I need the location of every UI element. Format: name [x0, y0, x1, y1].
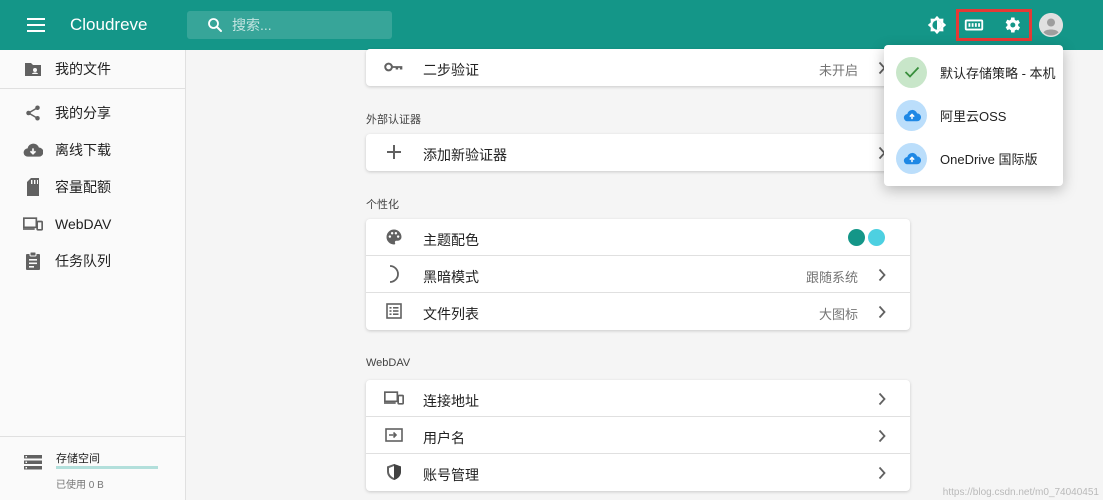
storage-summary: 存储空间 已使用 0 B	[0, 438, 185, 500]
check-icon	[904, 66, 919, 78]
sidebar-item-label: 容量配额	[55, 178, 111, 195]
row-value: 大图标	[818, 307, 858, 322]
row-label: 连接地址	[423, 393, 479, 409]
share-icon	[26, 105, 40, 120]
list-icon	[386, 303, 402, 319]
chevron-right-icon	[878, 429, 886, 443]
personalization-card: 主题配色 黑暗模式 跟随系统 文件列表 大图标	[366, 219, 910, 330]
search-input[interactable]	[232, 17, 382, 33]
folder-icon	[25, 62, 41, 76]
webdav-username-row[interactable]: 用户名	[366, 417, 910, 454]
dark-mode-row[interactable]: 黑暗模式 跟随系统	[366, 256, 910, 293]
row-label: 主题配色	[423, 232, 479, 248]
sidebar-item-label: 我的分享	[55, 104, 111, 121]
sidebar-item-webdav[interactable]: WebDAV	[0, 205, 185, 242]
input-icon	[385, 428, 403, 442]
storage-icon	[24, 455, 42, 470]
storage-policy-option-aliyun[interactable]: 阿里云OSS	[884, 94, 1063, 136]
section-title-personalization: 个性化	[366, 199, 399, 211]
row-label: 黑暗模式	[423, 269, 479, 285]
sd-card-icon	[27, 177, 39, 196]
row-label: 二步验证	[423, 62, 479, 78]
chevron-right-icon	[878, 305, 886, 319]
authenticators-card: 添加新验证器	[366, 134, 910, 171]
storage-progress-bar	[56, 466, 158, 469]
sidebar-item-my-shares[interactable]: 我的分享	[0, 94, 185, 131]
cloud-upload-icon	[903, 109, 921, 121]
storage-title: 存储空间	[56, 453, 100, 465]
webdav-card: 连接地址 用户名 账号管理	[366, 380, 910, 491]
row-label: 账号管理	[423, 467, 479, 483]
brightness-button[interactable]	[925, 13, 949, 37]
row-label: 用户名	[423, 430, 465, 446]
chevron-right-icon	[878, 392, 886, 406]
webdav-address-row[interactable]: 连接地址	[366, 380, 910, 417]
app-bar: Cloudreve	[0, 0, 1103, 50]
two-factor-row[interactable]: 二步验证 未开启	[366, 49, 910, 86]
add-authenticator-row[interactable]: 添加新验证器	[366, 134, 910, 171]
divider	[0, 88, 185, 89]
divider	[0, 436, 185, 437]
menu-button[interactable]	[20, 13, 52, 37]
avatar[interactable]	[1039, 13, 1063, 37]
clipboard-icon	[26, 251, 40, 270]
storage-policy-option-onedrive[interactable]: OneDrive 国际版	[884, 137, 1063, 179]
storage-policy-option-default[interactable]: 默认存储策略 - 本机	[884, 51, 1063, 93]
row-value: 跟随系统	[805, 270, 858, 285]
brightness-icon	[927, 15, 947, 35]
sidebar: 我的文件 我的分享 离线下载 容量配额 WebDAV 任务队列 存储空间 已使用…	[0, 50, 186, 500]
devices-icon	[384, 391, 404, 405]
sidebar-item-quota[interactable]: 容量配额	[0, 168, 185, 205]
app-title: Cloudreve	[70, 15, 148, 34]
chevron-right-icon	[878, 466, 886, 480]
storage-policy-label: 默认存储策略 - 本机	[940, 65, 1056, 81]
sidebar-item-label: WebDAV	[55, 215, 112, 232]
file-list-row[interactable]: 文件列表 大图标	[366, 293, 910, 330]
chevron-right-icon	[878, 268, 886, 282]
account-icon	[1039, 13, 1063, 37]
row-label: 文件列表	[423, 306, 479, 322]
cloud-download-icon	[23, 143, 43, 157]
highlight-box	[956, 9, 1032, 41]
section-title-authenticators: 外部认证器	[366, 114, 421, 126]
plus-icon	[387, 145, 401, 159]
cloud-upload-icon	[903, 152, 921, 164]
search-box[interactable]	[187, 11, 392, 39]
storage-policy-label: 阿里云OSS	[940, 108, 1007, 124]
row-label: 添加新验证器	[423, 147, 507, 163]
sidebar-item-my-files[interactable]: 我的文件	[0, 50, 185, 87]
palette-icon	[386, 229, 402, 245]
storage-policy-menu: 默认存储策略 - 本机 阿里云OSS OneDrive 国际版	[884, 45, 1063, 186]
devices-icon	[23, 216, 43, 231]
sidebar-item-label: 任务队列	[55, 252, 111, 269]
section-title-webdav: WebDAV	[366, 357, 411, 369]
webdav-accounts-row[interactable]: 账号管理	[366, 454, 910, 491]
security-card: 二步验证 未开启	[366, 49, 910, 86]
sidebar-item-offline-download[interactable]: 离线下载	[0, 131, 185, 168]
sidebar-item-label: 我的文件	[55, 60, 111, 77]
menu-icon	[27, 18, 45, 32]
watermark: https://blog.csdn.net/m0_74040451	[942, 487, 1099, 498]
theme-color-row[interactable]: 主题配色	[366, 219, 910, 256]
sidebar-item-label: 离线下载	[55, 141, 111, 158]
storage-used: 已使用 0 B	[56, 480, 104, 491]
shield-icon	[387, 464, 401, 480]
sidebar-item-task-queue[interactable]: 任务队列	[0, 242, 185, 279]
row-value: 未开启	[818, 63, 858, 78]
moon-icon	[389, 265, 399, 283]
theme-swatch-primary[interactable]	[848, 229, 865, 246]
theme-swatch-accent[interactable]	[868, 229, 885, 246]
key-icon	[384, 62, 403, 72]
search-icon	[208, 18, 222, 32]
storage-policy-label: OneDrive 国际版	[940, 151, 1038, 167]
